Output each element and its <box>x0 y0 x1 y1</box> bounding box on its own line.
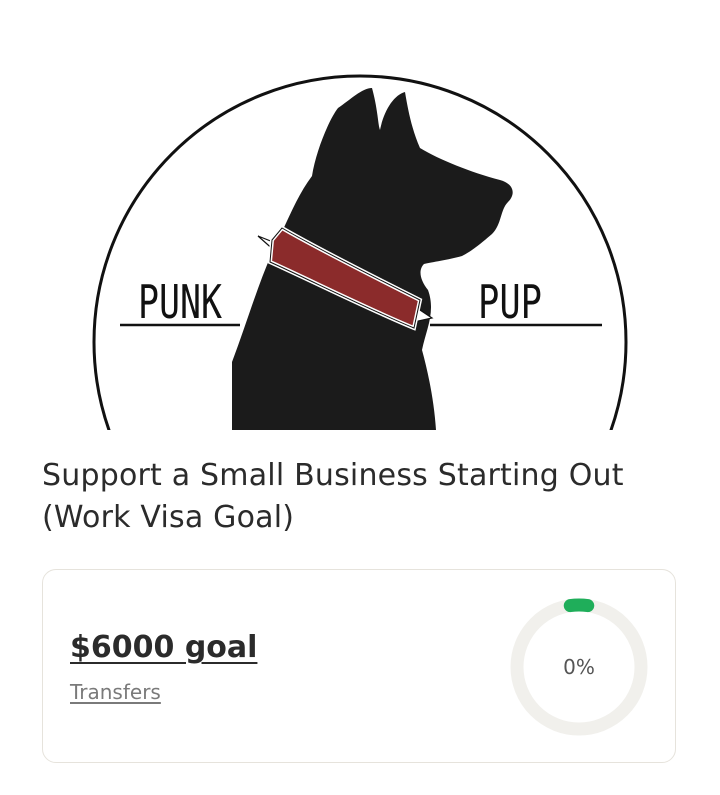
logo-word-pup: PUP <box>478 275 542 329</box>
goal-progress-ring: 0% <box>508 596 650 738</box>
goal-card[interactable]: $6000 goal Transfers 0% <box>42 569 676 763</box>
campaign-cover-image: PUNK PUP <box>0 0 720 430</box>
campaign-title: Support a Small Business Starting Out (W… <box>42 458 624 535</box>
transfers-link[interactable]: Transfers <box>70 680 161 704</box>
goal-amount-link[interactable]: $6000 goal <box>70 630 257 665</box>
logo-word-punk: PUNK <box>138 275 222 329</box>
punk-pup-logo: PUNK PUP <box>92 74 628 430</box>
progress-percent: 0% <box>563 655 595 679</box>
